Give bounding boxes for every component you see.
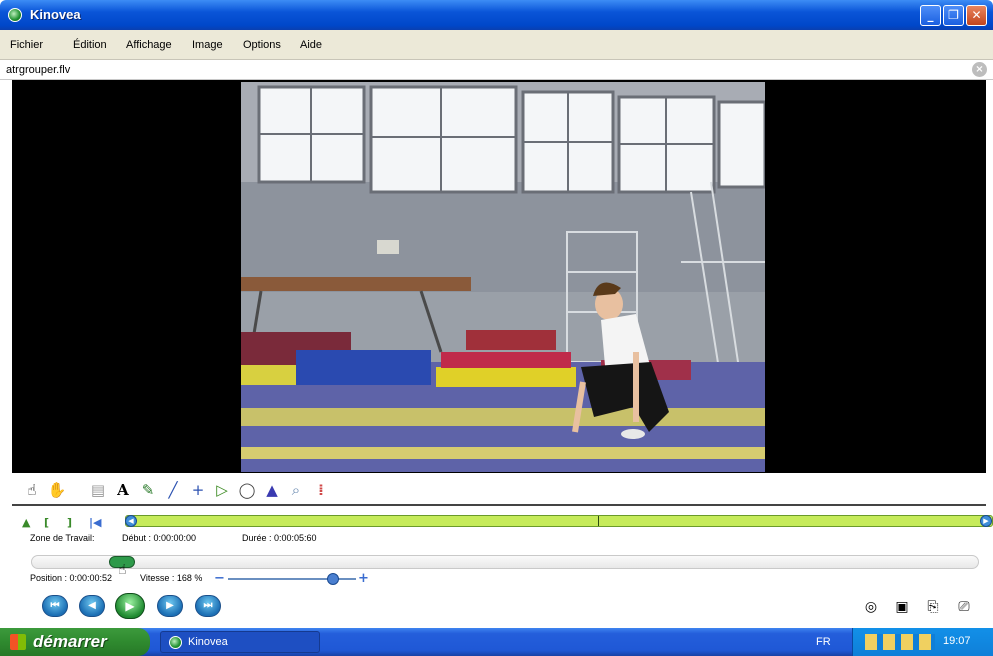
minimize-button[interactable]: _ [920,5,941,26]
set-end-icon[interactable]: ] [67,516,72,529]
working-zone-duration: Durée : 0:00:05:60 [242,533,317,543]
player-controls: ▲ [ ] |◀ ◀ ▶ Zone de Travail: Début : 0:… [12,507,993,627]
start-label: démarrer [33,632,107,651]
restore-button[interactable]: ❐ [943,5,964,26]
working-zone-marker [598,516,599,526]
clock[interactable]: 19:07 [943,635,971,647]
windows-flag-icon [10,634,26,650]
tray-icons[interactable] [865,634,935,650]
kinovea-window: Kinovea _ ❐ ✕ Fichier Édition Affichage … [0,0,993,628]
gym-scene-image [241,82,765,472]
close-tab-icon[interactable]: × [972,62,987,77]
first-frame-button[interactable]: ⏮ [42,595,68,617]
sync-icon[interactable]: ◎ [861,597,881,617]
window-title: Kinovea [30,7,81,22]
menu-bar: Fichier Édition Affichage Image Options … [0,30,993,60]
video-frame[interactable] [241,82,765,472]
position-label: Position : 0:00:00:52 [30,573,113,583]
menu-aide[interactable]: Aide [300,39,322,51]
previous-frame-button[interactable]: ◀ [79,595,105,617]
system-tray: 19:07 [852,628,993,656]
presentation-icon[interactable]: ⎚ [954,597,974,617]
menu-edition[interactable]: Édition [73,39,107,51]
grid-tool-icon[interactable]: ▲ [262,480,282,500]
menu-fichier[interactable]: Fichier [10,39,43,51]
cross-tool-icon[interactable]: + [188,480,208,500]
pencil-tool-icon[interactable]: ✎ [138,480,158,500]
hand-tool-icon[interactable]: ✋ [47,480,67,500]
taskbar-item-kinovea[interactable]: Kinovea [160,631,320,653]
angle-tool-icon[interactable]: ▷ [212,480,232,500]
set-start-icon[interactable]: [ [44,516,49,529]
color-profile-icon[interactable]: ⁞ [311,480,331,500]
goto-start-icon[interactable]: |◀ [89,516,101,529]
working-zone-track[interactable]: ◀ ▶ [125,515,993,527]
drawing-toolbar: ☝ ✋ ▤ A ✎ ╱ + ▷ ◯ ▲ ⌕ ⁞ [12,474,986,506]
taskbar-item-label: Kinovea [188,636,228,648]
working-zone-end-handle[interactable]: ▶ [980,515,992,527]
start-button[interactable]: démarrer [0,628,150,656]
file-tab-name: atrgrouper.flv [6,64,71,76]
comment-tool-icon[interactable]: ▤ [88,480,108,500]
menu-options[interactable]: Options [243,39,281,51]
play-button[interactable]: ▶ [115,593,145,619]
speed-label: Vitesse : 168 % [140,573,203,583]
working-zone-start-handle[interactable]: ◀ [125,515,137,527]
magnifier-tool-icon[interactable]: ⌕ [286,480,306,500]
working-zone-label: Zone de Travail: [30,533,95,543]
lock-icon[interactable]: ▲ [22,516,30,529]
line-tool-icon[interactable]: ╱ [163,480,183,500]
pointer-tool-icon[interactable]: ☝ [22,480,42,500]
next-frame-button[interactable]: ▶ [157,595,183,617]
kinovea-task-icon [169,636,182,649]
taskbar: démarrer Kinovea FR 19:07 [0,628,993,656]
speed-increase-icon[interactable]: + [358,571,369,586]
chrono-tool-icon[interactable]: ◯ [237,480,257,500]
title-bar[interactable]: Kinovea _ ❐ ✕ [0,0,993,30]
last-frame-button[interactable]: ⏭ [195,595,221,617]
language-indicator[interactable]: FR [816,636,831,648]
file-tab[interactable]: atrgrouper.flv × [0,60,993,80]
menu-affichage[interactable]: Affichage [126,39,172,51]
kinovea-app-icon [8,8,22,22]
snapshot-icon[interactable]: ▣ [892,597,912,617]
position-track[interactable] [31,555,979,569]
menu-image[interactable]: Image [192,39,223,51]
close-button[interactable]: ✕ [966,5,987,26]
speed-thumb[interactable] [327,573,339,585]
text-tool-icon[interactable]: A [113,480,133,500]
hand-cursor-icon: ☝ [118,562,127,578]
speed-decrease-icon[interactable]: − [214,571,225,586]
working-zone-start: Début : 0:00:00:00 [122,533,197,543]
export-icon[interactable]: ⎘ [923,597,943,617]
